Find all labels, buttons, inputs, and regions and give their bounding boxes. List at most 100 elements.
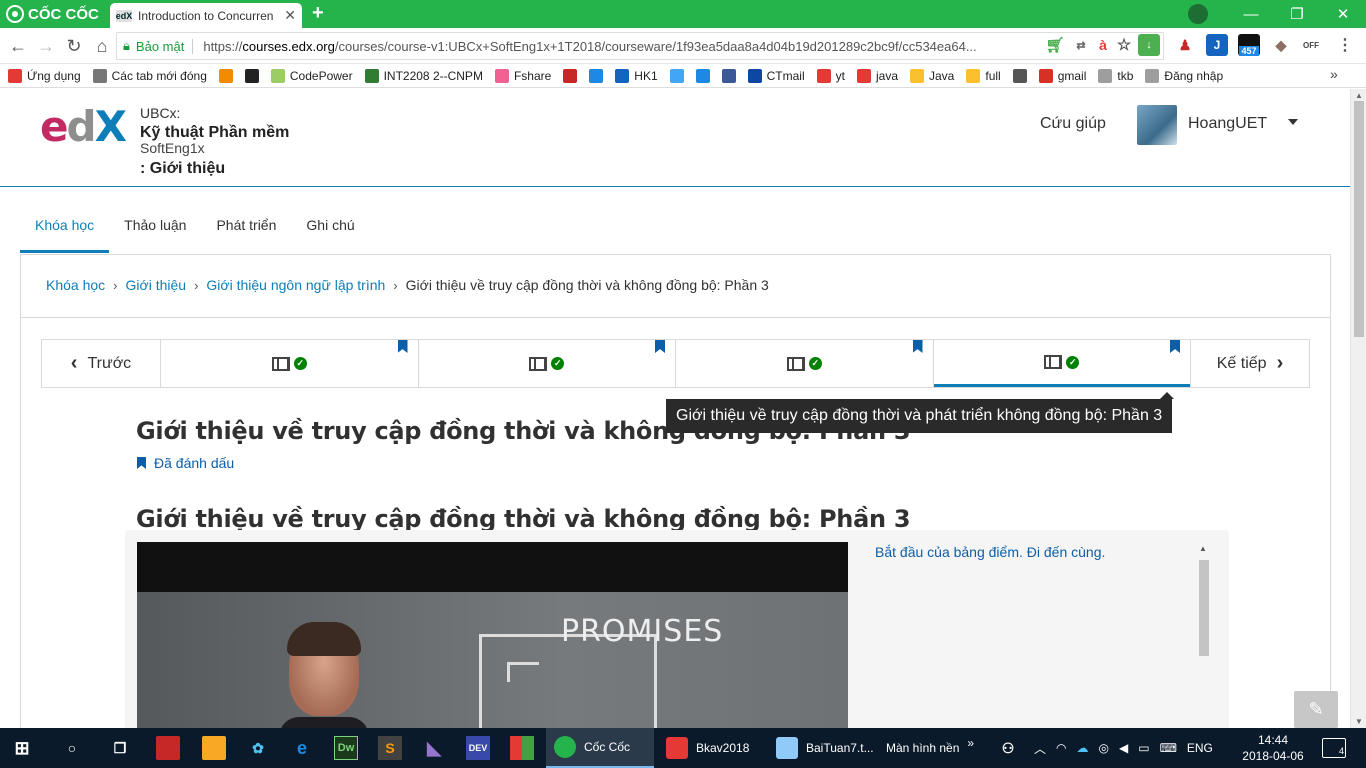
task-view-icon[interactable]: ❐	[108, 736, 132, 760]
vietnamese-input-icon[interactable]: à	[1092, 34, 1114, 56]
app-pinned-1-icon[interactable]	[156, 736, 180, 760]
tray-expand-icon[interactable]: ︿	[1034, 740, 1046, 757]
translate-icon[interactable]: ⇄	[1070, 34, 1092, 56]
bookmark-item[interactable]: gmail	[1038, 68, 1086, 83]
sequence-item[interactable]: ✓	[419, 340, 676, 387]
keyboard-icon[interactable]: ⌨	[1160, 741, 1177, 755]
home-button[interactable]: ⌂	[90, 34, 114, 58]
download-icon[interactable]: ↓	[1138, 34, 1160, 56]
extension-off-icon[interactable]: OFF	[1300, 34, 1322, 56]
wifi-icon[interactable]: ◠	[1056, 741, 1066, 755]
bookmark-item[interactable]: CTmail	[747, 68, 805, 83]
scroll-up-icon[interactable]: ▲	[1355, 91, 1363, 100]
sequence-item[interactable]: ✓	[676, 340, 934, 387]
bookmark-item[interactable]	[218, 68, 233, 83]
extension-4-icon[interactable]: ◆	[1270, 34, 1292, 56]
extension-2-icon[interactable]: J	[1206, 34, 1228, 56]
bookmark-item[interactable]: Fshare	[494, 68, 551, 83]
close-window-button[interactable]: ✕	[1320, 0, 1366, 28]
windows-start-icon[interactable]: ⊞	[10, 736, 34, 760]
edit-pencil-button[interactable]: ✎	[1294, 691, 1338, 728]
browser-tab-active[interactable]: edX Introduction to Concurren ✕	[110, 3, 302, 28]
search-icon[interactable]: ○	[60, 736, 84, 760]
video-player[interactable]: PROMISES	[137, 542, 848, 728]
page-scroll-thumb[interactable]	[1354, 101, 1364, 337]
bookmark-item[interactable]	[1012, 68, 1027, 83]
help-link[interactable]: Cứu giúp	[1040, 115, 1106, 133]
course-tab[interactable]: Ghi chú	[291, 209, 369, 253]
page-scrollbar[interactable]: ▲ ▼	[1350, 89, 1366, 728]
extension-3-icon[interactable]: 457	[1238, 34, 1260, 56]
url-input[interactable]: 🔒︎ Bảo mật https://courses.edx.org/cours…	[116, 32, 1164, 60]
scroll-down-icon[interactable]: ▼	[1355, 717, 1363, 726]
bookmark-item[interactable]: HK1	[615, 68, 658, 83]
bookmark-item[interactable]	[695, 68, 710, 83]
transcript-scrollbar[interactable]: ▲	[1197, 544, 1211, 728]
breadcrumb-item-intro[interactable]: Giới thiệu	[126, 277, 187, 293]
bookmark-star-icon[interactable]: ☆	[1113, 34, 1135, 56]
extension-1-icon[interactable]: ♟	[1174, 34, 1196, 56]
app-pinned-3-icon[interactable]: ✿	[246, 736, 270, 760]
file-explorer-icon[interactable]	[202, 736, 226, 760]
transcript-scroll-thumb[interactable]	[1199, 560, 1209, 656]
bookmark-item[interactable]: full	[966, 68, 1001, 83]
dreamweaver-icon[interactable]: Dw	[334, 736, 358, 760]
tab-close-icon[interactable]: ✕	[284, 7, 296, 24]
taskbar-app-document[interactable]: BaiTuan7.t...	[768, 728, 876, 768]
bookmark-item[interactable]: yt	[816, 68, 845, 83]
edx-logo[interactable]: edX	[40, 106, 127, 148]
forward-button[interactable]: →	[34, 34, 58, 58]
sequence-item-active[interactable]: ✓	[933, 340, 1190, 387]
course-tab[interactable]: Phát triển	[201, 209, 291, 253]
bookmark-item[interactable]: tkb	[1098, 68, 1133, 83]
onedrive-icon[interactable]: ☁	[1077, 741, 1089, 755]
bookmark-item[interactable]: CodePower	[270, 68, 353, 83]
account-icon[interactable]	[1188, 4, 1208, 24]
taskbar-app-bkav[interactable]: Bkav2018	[658, 728, 766, 768]
volume-icon[interactable]: ◀︎	[1119, 741, 1128, 755]
breadcrumb-item-course[interactable]: Khóa học	[46, 277, 105, 293]
transcript-skip-link[interactable]: Bắt đầu của bảng điểm. Đi đến cùng.	[875, 544, 1105, 560]
scroll-up-icon[interactable]: ▲	[1199, 544, 1207, 553]
notifications-icon[interactable]: 4	[1322, 738, 1346, 758]
username[interactable]: HoangUET	[1188, 115, 1267, 133]
course-tab[interactable]: Khóa học	[20, 209, 110, 253]
bookmark-item[interactable]: Đăng nhập	[1145, 68, 1223, 83]
browser-menu-icon[interactable]: ⋮	[1334, 34, 1356, 56]
next-button[interactable]: Kế tiếp ›	[1190, 340, 1309, 387]
bookmark-item[interactable]	[563, 68, 578, 83]
bookmark-item[interactable]: Ứng dụng	[8, 68, 81, 83]
breadcrumb-item-lang[interactable]: Giới thiệu ngôn ngữ lập trình	[206, 277, 385, 293]
reload-button[interactable]: ↻	[62, 34, 86, 58]
minimize-button[interactable]: —	[1228, 0, 1274, 28]
network-icon[interactable]: ◎	[1099, 741, 1109, 755]
back-button[interactable]: ←	[6, 34, 30, 58]
visual-studio-icon[interactable]: ◣	[422, 736, 446, 760]
clock[interactable]: 14:44 2018-04-06	[1238, 732, 1308, 764]
bookmark-item[interactable]: Các tab mới đóng	[92, 68, 207, 83]
people-icon[interactable]: ⚇	[996, 736, 1020, 760]
language-indicator[interactable]: ENG	[1187, 741, 1213, 755]
bookmark-item[interactable]: java	[856, 68, 898, 83]
battery-icon[interactable]: ▭	[1138, 741, 1149, 755]
edge-icon[interactable]: e	[290, 736, 314, 760]
avatar[interactable]	[1137, 105, 1177, 145]
course-tab[interactable]: Thảo luận	[109, 209, 201, 253]
sequence-item[interactable]: ✓	[161, 340, 419, 387]
bookmark-item[interactable]	[721, 68, 736, 83]
coccoc-menu-button[interactable]: CỐC CỐC	[0, 0, 112, 28]
devcpp-icon[interactable]: DEV	[466, 736, 490, 760]
desktop-toolbar[interactable]: Màn hình nền »	[878, 728, 974, 768]
bookmark-item[interactable]	[244, 68, 259, 83]
previous-button[interactable]: ‹ Trước	[42, 340, 161, 387]
bookmark-item[interactable]	[669, 68, 684, 83]
bookmark-item[interactable]: Java	[910, 68, 954, 83]
new-tab-button[interactable]: +	[312, 2, 324, 25]
app-pinned-10-icon[interactable]	[510, 736, 534, 760]
bookmark-toggle[interactable]: Đã đánh dấu	[137, 455, 234, 471]
taskbar-app-coccoc[interactable]: Cốc Cốc	[546, 728, 654, 768]
shopping-cart-icon[interactable]: 🛒︎	[1044, 34, 1066, 56]
sublime-icon[interactable]: S	[378, 736, 402, 760]
bookmark-item[interactable]: INT2208 2--CNPM	[364, 68, 483, 83]
maximize-button[interactable]: ❐	[1274, 0, 1320, 28]
